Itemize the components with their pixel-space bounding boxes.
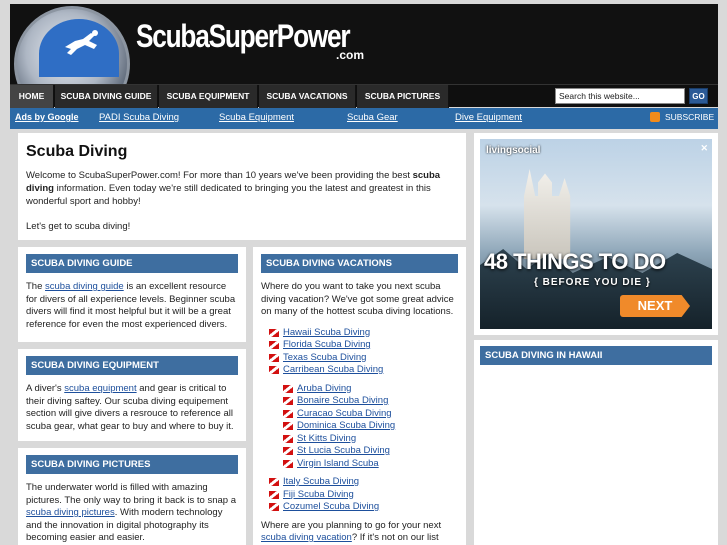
flag-icon [269, 341, 279, 349]
subscribe-link[interactable]: SUBSCRIBE [665, 112, 714, 122]
flag-icon [283, 459, 293, 468]
castle-image [524, 169, 571, 259]
flag-icon [269, 328, 279, 337]
vacation-link[interactable]: Florida Scuba Diving [283, 339, 371, 350]
vacation-link[interactable]: Hawaii Scuba Diving [283, 327, 370, 338]
vacation-link[interactable]: Bonaire Scuba Diving [297, 395, 388, 406]
flag-icon [269, 366, 279, 374]
vacation-list: Hawaii Scuba Diving Florida Scuba Diving… [261, 327, 458, 514]
hawaii-box: SCUBA DIVING IN HAWAII [474, 340, 718, 545]
pictures-text: The underwater world is filled with amaz… [26, 482, 236, 543]
flag-icon [283, 422, 293, 430]
sidebar-ad: livingsocial ✕ 48 THINGS TO DO { BEFORE … [474, 133, 718, 335]
ad-brand: livingsocial [486, 145, 541, 156]
ad-links-bar: Ads by Google PADI Scuba Diving Scuba Eq… [10, 108, 718, 129]
ad-link-dive-equipment[interactable]: Dive Equipment [455, 112, 522, 123]
guide-text: The scuba diving guide is an excellent r… [26, 281, 236, 330]
ad-subline: { BEFORE YOU DIE } [534, 277, 651, 288]
flag-icon [269, 353, 279, 362]
flag-icon [283, 447, 293, 455]
list-item: Dominica Scuba Diving [261, 420, 458, 433]
vacation-link[interactable]: Italy Scuba Diving [283, 476, 359, 487]
nav-scuba-diving-guide[interactable]: SCUBA DIVING GUIDE [55, 85, 158, 108]
pictures-card-title: SCUBA DIVING PICTURES [26, 455, 238, 474]
list-item: St Lucia Scuba Diving [261, 445, 458, 458]
page-title: Scuba Diving [26, 143, 128, 160]
flag-icon [283, 434, 293, 443]
flag-icon [269, 478, 279, 486]
equipment-card-title: SCUBA DIVING EQUIPMENT [26, 356, 238, 375]
list-item: Bonaire Scuba Diving [261, 395, 458, 408]
main-nav: HOME SCUBA DIVING GUIDE SCUBA EQUIPMENT … [10, 84, 718, 108]
vacation-link[interactable]: Dominica Scuba Diving [297, 420, 395, 431]
nav-home[interactable]: HOME [10, 85, 54, 108]
intro-box: Scuba Diving Welcome to ScubaSuperPower.… [18, 133, 466, 240]
flag-icon [283, 384, 293, 393]
rss-icon[interactable] [650, 112, 660, 122]
vacation-link[interactable]: Aruba Diving [297, 383, 351, 394]
page: ScubaSuperPower .com HOME SCUBA DIVING G… [10, 4, 718, 545]
equipment-text: A diver's scuba equipment and gear is cr… [26, 383, 234, 432]
site-header: ScubaSuperPower .com [10, 4, 718, 84]
ad-link-scuba-equipment[interactable]: Scuba Equipment [219, 112, 294, 123]
vacations-intro: Where do you want to take you next scuba… [261, 281, 454, 317]
ad-banner[interactable]: livingsocial ✕ 48 THINGS TO DO { BEFORE … [480, 139, 712, 329]
site-logo-com: .com [336, 48, 365, 62]
list-item: Texas Scuba Diving [261, 352, 458, 365]
close-icon[interactable]: ✕ [700, 143, 708, 154]
equipment-card: SCUBA DIVING EQUIPMENT A diver's scuba e… [18, 349, 246, 441]
list-item: Italy Scuba Diving [261, 476, 458, 489]
ad-headline: 48 THINGS TO DO [484, 249, 666, 274]
vacation-link[interactable]: Fiji Scuba Diving [283, 489, 354, 500]
vacation-outro-link[interactable]: scuba diving vacation [261, 532, 352, 543]
nav-scuba-pictures[interactable]: SCUBA PICTURES [357, 85, 449, 108]
list-item: Curacao Scuba Diving [261, 408, 458, 421]
intro-cta: Let's get to scuba diving! [26, 221, 131, 232]
list-item: Hawaii Scuba Diving [261, 327, 458, 340]
list-item: Florida Scuba Diving [261, 339, 458, 352]
diver-icon [65, 30, 98, 55]
ad-link-scuba-gear[interactable]: Scuba Gear [347, 112, 398, 123]
vacation-link[interactable]: St Kitts Diving [297, 433, 356, 444]
vacations-card-title: SCUBA DIVING VACATIONS [261, 254, 458, 273]
guide-card-title: SCUBA DIVING GUIDE [26, 254, 238, 273]
nav-scuba-vacations[interactable]: SCUBA VACATIONS [259, 85, 356, 108]
pictures-card: SCUBA DIVING PICTURES The underwater wor… [18, 448, 246, 545]
list-item: Aruba Diving [261, 383, 458, 396]
ad-link-padi[interactable]: PADI Scuba Diving [99, 112, 179, 123]
vacations-outro: Where are you planning to go for your ne… [261, 519, 442, 545]
flag-icon [283, 397, 293, 405]
hawaii-box-title: SCUBA DIVING IN HAWAII [480, 346, 712, 365]
list-item: Cozumel Scuba Diving [261, 501, 458, 514]
vacation-link[interactable]: Carribean Scuba Diving [283, 364, 383, 375]
search-input[interactable] [555, 88, 685, 104]
pictures-link[interactable]: scuba diving pictures [26, 507, 115, 518]
nav-scuba-equipment[interactable]: SCUBA EQUIPMENT [159, 85, 258, 108]
vacation-link[interactable]: Cozumel Scuba Diving [283, 501, 379, 512]
intro-paragraph: Welcome to ScubaSuperPower.com! For more… [26, 170, 441, 207]
site-logo-text[interactable]: ScubaSuperPower [136, 18, 351, 55]
vacation-link[interactable]: Virgin Island Scuba [297, 458, 379, 469]
list-item: Carribean Scuba Diving [261, 364, 458, 377]
ads-by-google-label[interactable]: Ads by Google [15, 112, 79, 122]
equipment-link[interactable]: scuba equipment [64, 383, 136, 394]
list-item: Fiji Scuba Diving [261, 489, 458, 502]
list-item: St Kitts Diving [261, 433, 458, 446]
flag-icon [283, 409, 293, 418]
vacations-card: SCUBA DIVING VACATIONS Where do you want… [253, 247, 466, 545]
flag-icon [269, 503, 279, 511]
guide-card: SCUBA DIVING GUIDE The scuba diving guid… [18, 247, 246, 342]
vacation-link[interactable]: Texas Scuba Diving [283, 352, 366, 363]
search-go-button[interactable]: GO [689, 88, 708, 104]
list-item: Virgin Island Scuba [261, 458, 458, 471]
vacation-link[interactable]: Curacao Scuba Diving [297, 408, 392, 419]
ad-next-button[interactable]: NEXT [620, 295, 690, 317]
flag-icon [269, 490, 279, 499]
vacation-link[interactable]: St Lucia Scuba Diving [297, 445, 390, 456]
guide-link[interactable]: scuba diving guide [45, 281, 124, 292]
